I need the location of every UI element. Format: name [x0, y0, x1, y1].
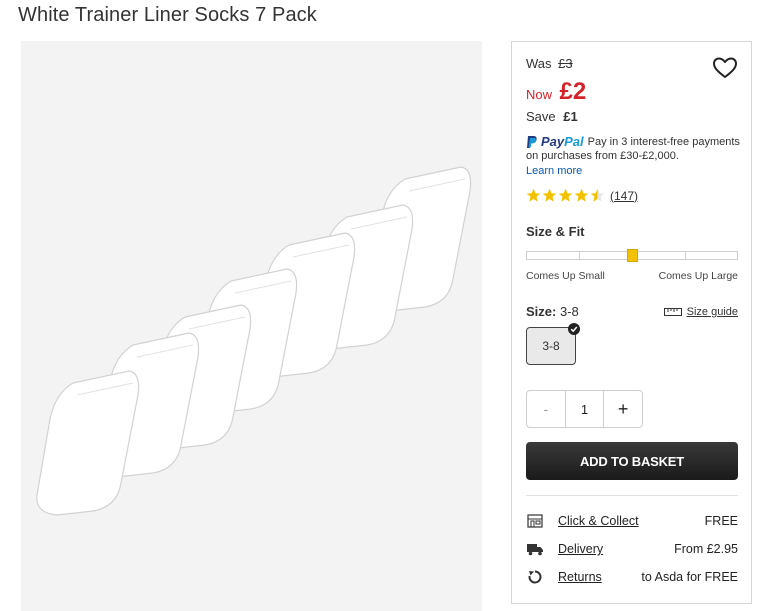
- click-collect-link[interactable]: Click & Collect: [558, 514, 639, 528]
- paypal-message: PayPal Pay in 3 interest-free payments o…: [526, 135, 746, 178]
- star-icon: [574, 188, 589, 203]
- rating[interactable]: (147): [526, 188, 638, 203]
- paypal-icon: [527, 136, 537, 149]
- socks-photo: [21, 41, 482, 611]
- return-icon: [526, 569, 544, 585]
- size-guide-link[interactable]: Size guide: [663, 306, 738, 318]
- check-icon: [568, 323, 580, 335]
- fit-scale: [526, 249, 738, 262]
- paypal-brand-pay: Pay: [541, 134, 565, 150]
- half-star-icon: [590, 188, 605, 203]
- size-option-button[interactable]: 3-8: [526, 323, 580, 365]
- product-title: White Trainer Liner Socks 7 Pack: [18, 4, 317, 26]
- service-returns: Returns to Asda for FREE: [526, 568, 738, 586]
- service-click-collect: Click & Collect FREE: [526, 512, 738, 530]
- fit-marker: [627, 249, 638, 262]
- star-icon: [526, 188, 541, 203]
- paypal-logo: PayPal: [526, 135, 584, 149]
- now-label: Now: [526, 87, 553, 102]
- product-image[interactable]: [21, 41, 482, 611]
- paypal-learn-more-link[interactable]: Learn more: [526, 164, 746, 178]
- click-collect-value: FREE: [704, 514, 738, 528]
- fit-tick: [579, 252, 580, 259]
- was-price: £3: [558, 56, 573, 71]
- size-selected-value: 3-8: [559, 304, 579, 319]
- fit-labels: Comes Up Small Comes Up Large: [526, 270, 738, 282]
- ruler-icon: [663, 308, 682, 316]
- returns-value: to Asda for FREE: [641, 570, 738, 584]
- star-icon: [558, 188, 573, 203]
- save-label: Save: [526, 109, 556, 124]
- add-to-basket-button[interactable]: ADD TO BASKET: [526, 442, 738, 480]
- delivery-value: From £2.95: [674, 542, 738, 556]
- quantity-value[interactable]: 1: [566, 391, 604, 427]
- fit-low-label: Comes Up Small: [526, 270, 605, 282]
- now-price: £2: [559, 78, 587, 105]
- size-selected-label: Size: 3-8: [526, 304, 579, 319]
- star-icon: [542, 188, 557, 203]
- was-label: Was: [526, 56, 552, 71]
- divider: [526, 495, 738, 496]
- was-price-row: Was £3: [526, 56, 573, 71]
- fit-high-label: Comes Up Large: [658, 270, 738, 282]
- save-row: Save £1: [526, 109, 578, 124]
- returns-link[interactable]: Returns: [558, 570, 602, 584]
- paypal-brand-pal: Pal: [564, 134, 584, 150]
- size-label: Size:: [526, 304, 557, 319]
- service-delivery: Delivery From £2.95: [526, 540, 738, 558]
- truck-icon: [526, 541, 544, 557]
- now-price-row: Now £2: [526, 78, 586, 106]
- size-guide-label: Size guide: [686, 306, 738, 318]
- review-count-link[interactable]: (147): [610, 189, 638, 203]
- quantity-decrease-button[interactable]: -: [527, 391, 566, 427]
- delivery-link[interactable]: Delivery: [558, 542, 603, 556]
- fit-tick: [685, 252, 686, 259]
- wishlist-heart-icon[interactable]: [712, 56, 738, 80]
- store-icon: [526, 513, 544, 529]
- quantity-increase-button[interactable]: +: [603, 391, 642, 427]
- size-option-label: 3-8: [542, 339, 560, 353]
- quantity-stepper: - 1 +: [526, 390, 643, 428]
- buy-box: Was £3 Now £2 Save £1 PayPal Pay in 3 in…: [511, 41, 752, 604]
- save-amount: £1: [563, 109, 578, 124]
- size-fit-heading: Size & Fit: [526, 224, 585, 239]
